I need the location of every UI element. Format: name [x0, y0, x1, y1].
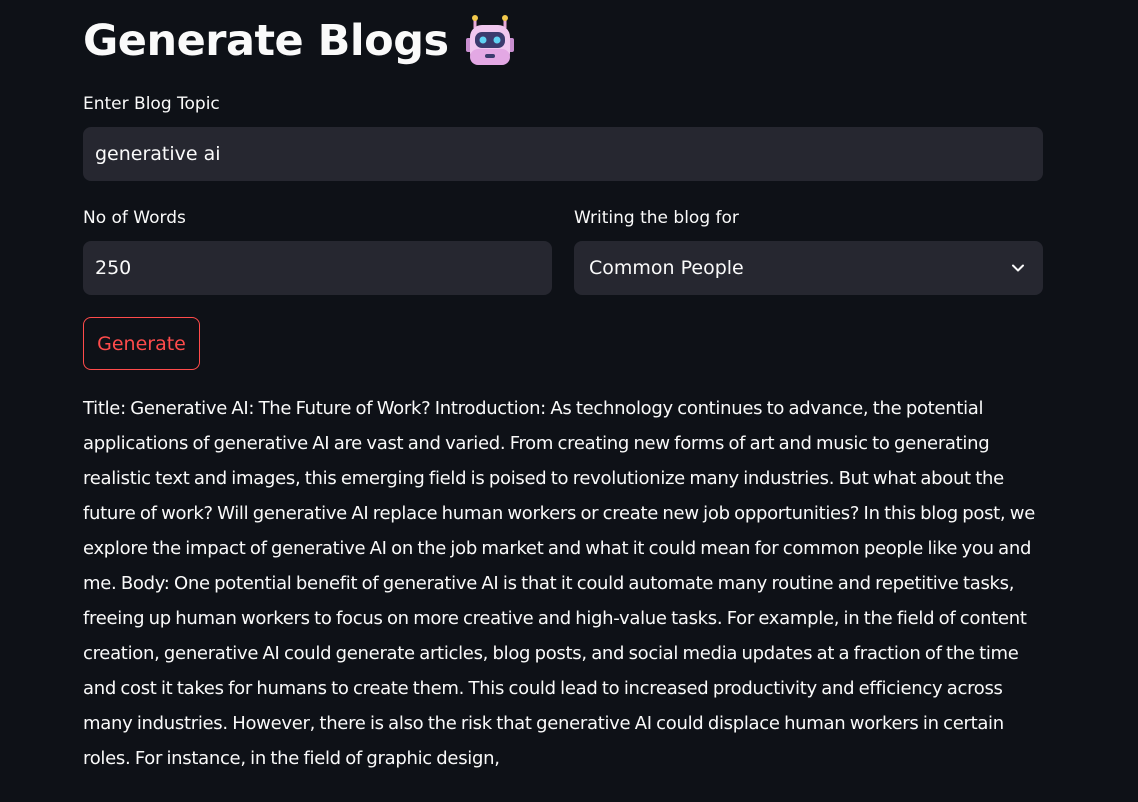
words-input[interactable] [95, 257, 552, 279]
audience-label: Writing the blog for [574, 208, 739, 228]
topic-field[interactable] [83, 127, 1043, 181]
generated-blog-text: Title: Generative AI: The Future of Work… [83, 398, 1035, 769]
page-title: Generate Blogs [83, 16, 449, 66]
chevron-down-icon [1012, 264, 1024, 272]
topic-label: Enter Blog Topic [83, 94, 220, 114]
words-label: No of Words [83, 208, 186, 228]
generate-button[interactable]: Generate [83, 317, 200, 370]
title-row: Generate Blogs [83, 10, 515, 72]
audience-selected-value: Common People [589, 257, 744, 279]
words-field[interactable] [83, 241, 552, 295]
topic-input[interactable] [95, 143, 1043, 165]
robot-face-icon [465, 15, 514, 65]
audience-select[interactable]: Common People [574, 241, 1043, 295]
